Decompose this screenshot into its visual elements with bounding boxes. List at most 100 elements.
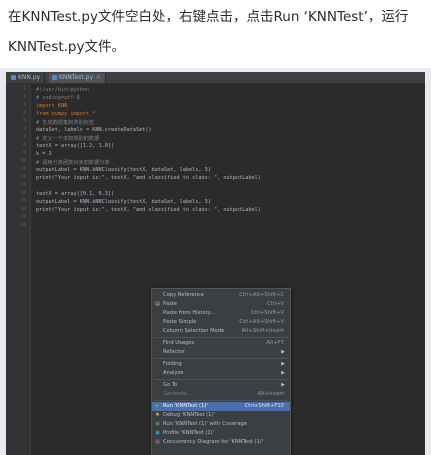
menu-item-shortcut: Ctrl+Alt+Shift+C [239,292,284,298]
line-number: 14 [20,191,26,196]
line-number: 1 [23,87,26,92]
menu-item-paste-simple[interactable]: Paste Simple Ctrl+Alt+Shift+V [152,318,290,327]
line-number: 5 [23,119,26,124]
code-line: import KNN [36,103,68,109]
line-number: 10 [20,159,26,164]
code-line: outputLabel = KNN.kNNClassify(testX, dat… [36,167,211,173]
menu-separator [154,337,288,338]
menu-item-label: Profile 'KNNTest (1)' [163,430,215,436]
menu-item-folding[interactable]: Folding ▶ [152,360,290,369]
menu-item-refactor[interactable]: Refactor ▶ [152,348,290,357]
paste-icon: ▤ [155,301,160,307]
code-line: print("Your input is:", testX, "and clas… [36,175,261,181]
tab-label: KNN.py [18,74,41,81]
menu-item-run[interactable]: ▶ Run 'KNNTest (1)' Ctrl+Shift+F10 [152,402,290,411]
code-line: # 调用分类函数对未知数据分类 [36,160,110,166]
line-number: 18 [20,223,26,228]
menu-item-debug[interactable]: ✹ Debug 'KNNTest (1)' [152,411,290,420]
code-line: k = 3 [36,151,52,157]
submenu-arrow-icon: ▶ [281,382,285,388]
menu-item-shortcut: Ctrl+Alt+Shift+V [239,319,284,325]
menu-item-label: Go To [163,382,178,388]
debug-icon: ✹ [155,412,160,418]
menu-item-label: Find Usages [163,340,195,346]
tab-knn-py[interactable]: KNN.py [8,73,46,83]
menu-item-label: Refactor [163,349,185,355]
line-number: 9 [23,151,26,156]
menu-item-shortcut: Alt+Insert [257,391,284,397]
menu-item-go-to[interactable]: Go To ▶ [152,381,290,390]
menu-item-copy-reference[interactable]: Copy Reference Ctrl+Alt+Shift+C [152,291,290,300]
menu-item-label: Debug 'KNNTest (1)' [163,412,215,418]
menu-separator [154,379,288,380]
close-icon[interactable]: × [96,74,101,81]
instruction-caption: 在KNNTest.py文件空白处，右键点击，点击Run ‘KNNTest’，运行… [8,9,409,55]
menu-item-run-with-coverage[interactable]: ▣ Run 'KNNTest (1)' with Coverage [152,420,290,429]
line-number: 7 [23,135,26,140]
submenu-arrow-icon: ▶ [281,349,285,355]
menu-item-concurrency-diagram[interactable]: ▦ Concurrency Diagram for 'KNNTest (1)' [152,438,290,447]
concurrency-diagram-icon: ▦ [155,439,160,445]
menu-item-label: Folding [163,361,182,367]
profile-icon: ● [155,430,160,436]
python-file-icon [52,75,57,80]
menu-item-shortcut: Ctrl+Shift+F10 [244,403,284,409]
menu-item-shortcut: Alt+F7 [266,340,284,346]
line-number: 4 [23,111,26,116]
menu-item-label: Run 'KNNTest (1)' with Coverage [163,421,247,427]
menu-item-shortcut: Alt+Shift+Insert [241,328,284,334]
line-number: 16 [20,207,26,212]
code-line: print("Your input is:", testX, "and clas… [36,207,261,213]
menu-item-find-usages[interactable]: Find Usages Alt+F7 [152,339,290,348]
tab-knntest-py[interactable]: KNNTest.py × [49,73,107,83]
line-number: 13 [20,183,26,188]
menu-item-label: Paste from History... [163,310,216,316]
code-line: # 生成数据集和类别标签 [36,120,95,126]
code-line: testX = array([0.1, 0.3]) [36,191,115,197]
menu-item-shortcut: Ctrl+V [266,301,284,307]
code-line: dataSet, labels = KNN.createDataSet() [36,127,152,133]
line-number: 8 [23,143,26,148]
submenu-arrow-icon: ▶ [281,370,285,376]
editor-context-menu: Copy Reference Ctrl+Alt+Shift+C ▤ Paste … [151,288,291,455]
menu-item-label: Column Selection Mode [163,328,225,334]
menu-item-analyze[interactable]: Analyze ▶ [152,369,290,378]
code-line: from numpy import * [36,111,96,117]
line-number: 2 [23,95,26,100]
menu-separator [154,400,288,401]
menu-item-paste-from-history[interactable]: Paste from History... Ctrl+Shift+V [152,309,290,318]
python-file-icon [11,75,16,80]
coverage-icon: ▣ [155,421,160,427]
menu-item-label: Concurrency Diagram for 'KNNTest (1)' [163,439,264,445]
line-number: 3 [23,103,26,108]
code-line: # 定义一个未知类别的数据 [36,136,100,142]
menu-item-column-selection-mode[interactable]: Column Selection Mode Alt+Shift+Insert [152,327,290,336]
menu-item-label: Analyze [163,370,184,376]
menu-item-profile[interactable]: ● Profile 'KNNTest (1)' [152,429,290,438]
menu-separator [154,358,288,359]
submenu-arrow-icon: ▶ [281,361,285,367]
menu-item-shortcut: Ctrl+Shift+V [250,310,284,316]
screenshot-frame: KNN.py KNNTest.py × 1 2 3 4 5 6 7 8 9 10 … [0,68,431,455]
tab-label: KNNTest.py [59,74,93,81]
run-icon: ▶ [155,403,160,409]
line-number: 6 [23,127,26,132]
menu-item-generate[interactable]: Generate... Alt+Insert [152,390,290,399]
code-line: #!/usr/bin/python [36,87,90,93]
menu-item-label: Paste Simple [163,319,197,325]
line-number-gutter: 1 2 3 4 5 6 7 8 9 10 11 12 13 14 15 16 1… [6,84,31,455]
line-number: 15 [20,199,26,204]
code-line: # coding=utf-8 [36,95,80,101]
menu-item-label: Run 'KNNTest (1)' [163,403,208,409]
line-number: 12 [20,175,26,180]
ide-window: KNN.py KNNTest.py × 1 2 3 4 5 6 7 8 9 10 … [6,72,425,455]
menu-item-label: Paste [163,301,178,307]
menu-item-label: Copy Reference [163,292,204,298]
menu-item-label: Generate... [163,391,193,397]
menu-item-paste[interactable]: ▤ Paste Ctrl+V [152,300,290,309]
line-number: 17 [20,215,26,220]
editor-tab-bar: KNN.py KNNTest.py × [6,72,425,84]
code-line: testX = array([1.2, 1.0]) [36,143,115,149]
code-line: outputLabel = KNN.kNNClassify(testX, dat… [36,199,211,205]
line-number: 11 [20,167,26,172]
